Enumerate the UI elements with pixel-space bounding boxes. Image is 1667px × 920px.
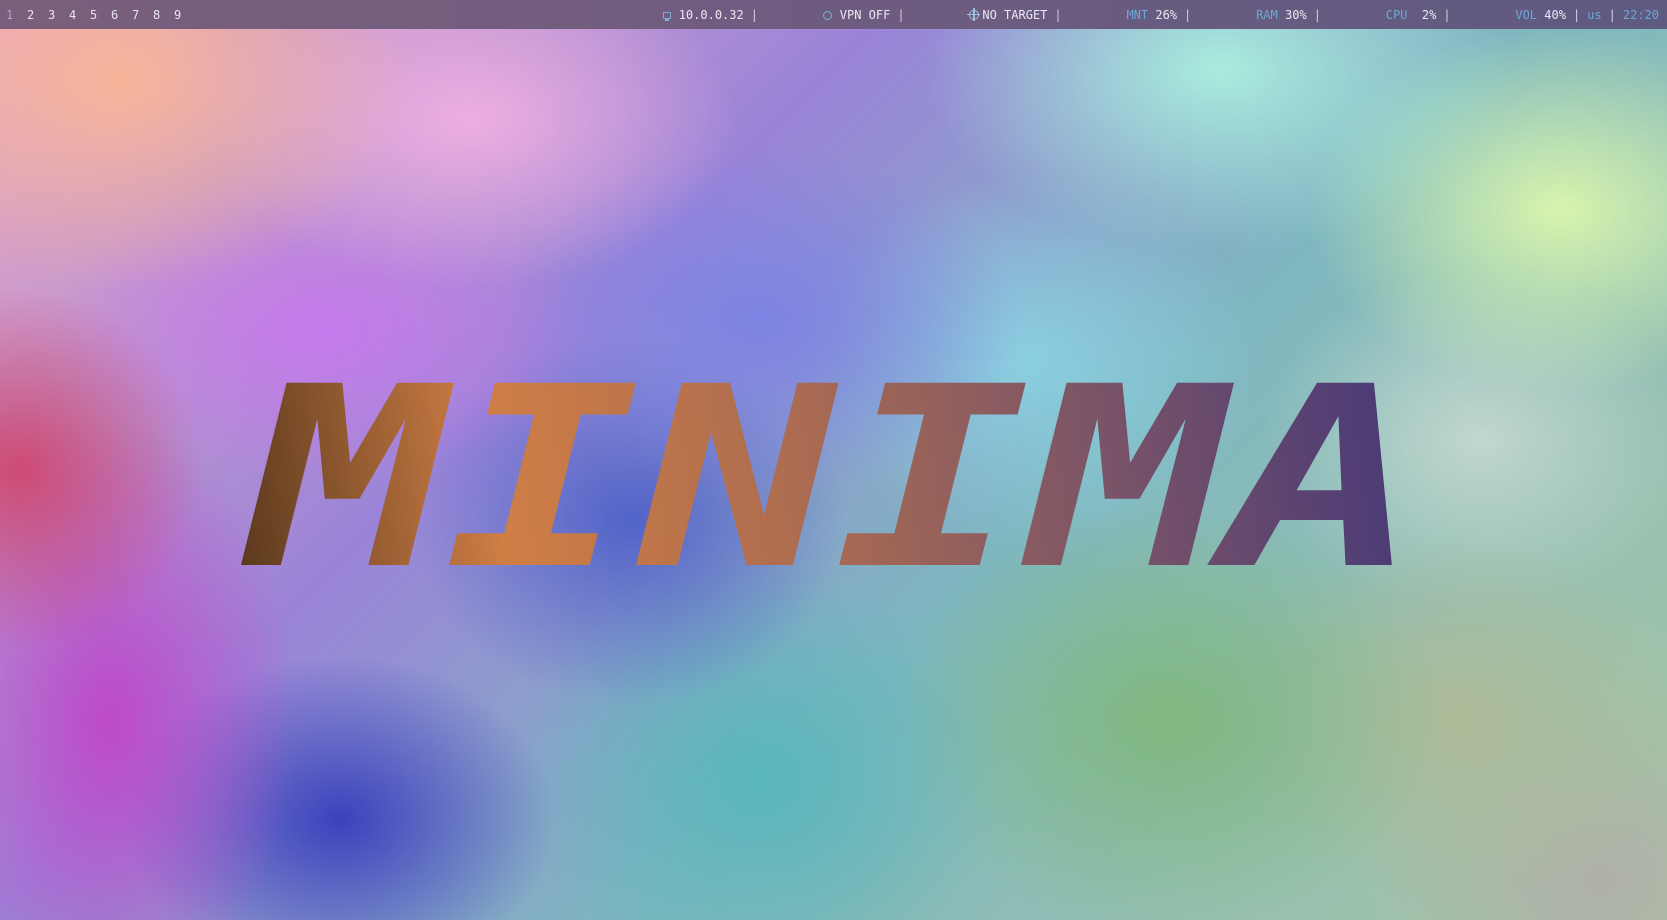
mnt-value: 26% bbox=[1155, 7, 1178, 22]
workspace-switcher: 1 2 3 4 5 6 7 8 9 bbox=[0, 8, 195, 22]
desktop: MINIMA 1 2 3 4 5 6 7 8 9 10.0.0.32 | VPN… bbox=[0, 0, 1667, 920]
workspace-9[interactable]: 9 bbox=[174, 8, 195, 22]
vpn-status: VPN OFF bbox=[839, 7, 891, 22]
monitor-icon bbox=[662, 11, 671, 21]
ip-address: 10.0.0.32 bbox=[678, 7, 744, 22]
target-module[interactable]: NO TARGET bbox=[912, 0, 1048, 36]
workspace-1[interactable]: 1 bbox=[6, 8, 27, 22]
separator: | bbox=[1608, 7, 1616, 22]
mnt-label: MNT bbox=[1126, 7, 1149, 22]
ram-label: RAM bbox=[1256, 7, 1278, 22]
mnt-module[interactable]: MNT 26% bbox=[1069, 0, 1177, 36]
vol-value: 40% bbox=[1544, 7, 1566, 22]
workspace-5[interactable]: 5 bbox=[90, 8, 111, 22]
vol-module[interactable]: VOL 40% bbox=[1458, 0, 1566, 36]
cpu-value: 2% bbox=[1421, 7, 1437, 22]
separator: | bbox=[1572, 7, 1581, 22]
logo-text: MINIMA bbox=[241, 333, 1420, 624]
workspace-6[interactable]: 6 bbox=[111, 8, 132, 22]
separator: | bbox=[897, 7, 905, 22]
wallpaper-logo: MINIMA bbox=[0, 0, 1667, 920]
workspace-3[interactable]: 3 bbox=[48, 8, 69, 22]
ram-module[interactable]: RAM 30% bbox=[1198, 0, 1307, 36]
cpu-module[interactable]: CPU 2% bbox=[1328, 0, 1437, 36]
separator: | bbox=[1054, 7, 1062, 22]
logo-graphic: MINIMA bbox=[241, 333, 1420, 624]
clock[interactable]: 22:20 bbox=[1623, 8, 1659, 22]
workspace-2[interactable]: 2 bbox=[27, 8, 48, 22]
workspace-7[interactable]: 7 bbox=[132, 8, 153, 22]
target-status: NO TARGET bbox=[982, 7, 1048, 22]
separator: | bbox=[1443, 7, 1451, 22]
ip-module[interactable]: 10.0.0.32 bbox=[605, 0, 744, 36]
cpu-label: CPU bbox=[1385, 7, 1408, 22]
workspace-4[interactable]: 4 bbox=[69, 8, 90, 22]
ring-icon bbox=[822, 10, 832, 20]
separator: | bbox=[750, 7, 758, 22]
ram-value: 30% bbox=[1285, 7, 1307, 22]
workspace-8[interactable]: 8 bbox=[153, 8, 174, 22]
vol-label: VOL bbox=[1515, 7, 1538, 22]
status-modules: 10.0.0.32 | VPN OFF | NO TARGET | MNT 26… bbox=[605, 0, 1667, 36]
separator: | bbox=[1313, 7, 1321, 22]
crosshair-icon bbox=[967, 8, 981, 21]
separator: | bbox=[1184, 7, 1192, 22]
top-status-bar: 1 2 3 4 5 6 7 8 9 10.0.0.32 | VPN OFF | … bbox=[0, 0, 1667, 29]
vpn-module[interactable]: VPN OFF bbox=[765, 0, 890, 36]
keyboard-layout[interactable]: us bbox=[1587, 8, 1601, 22]
